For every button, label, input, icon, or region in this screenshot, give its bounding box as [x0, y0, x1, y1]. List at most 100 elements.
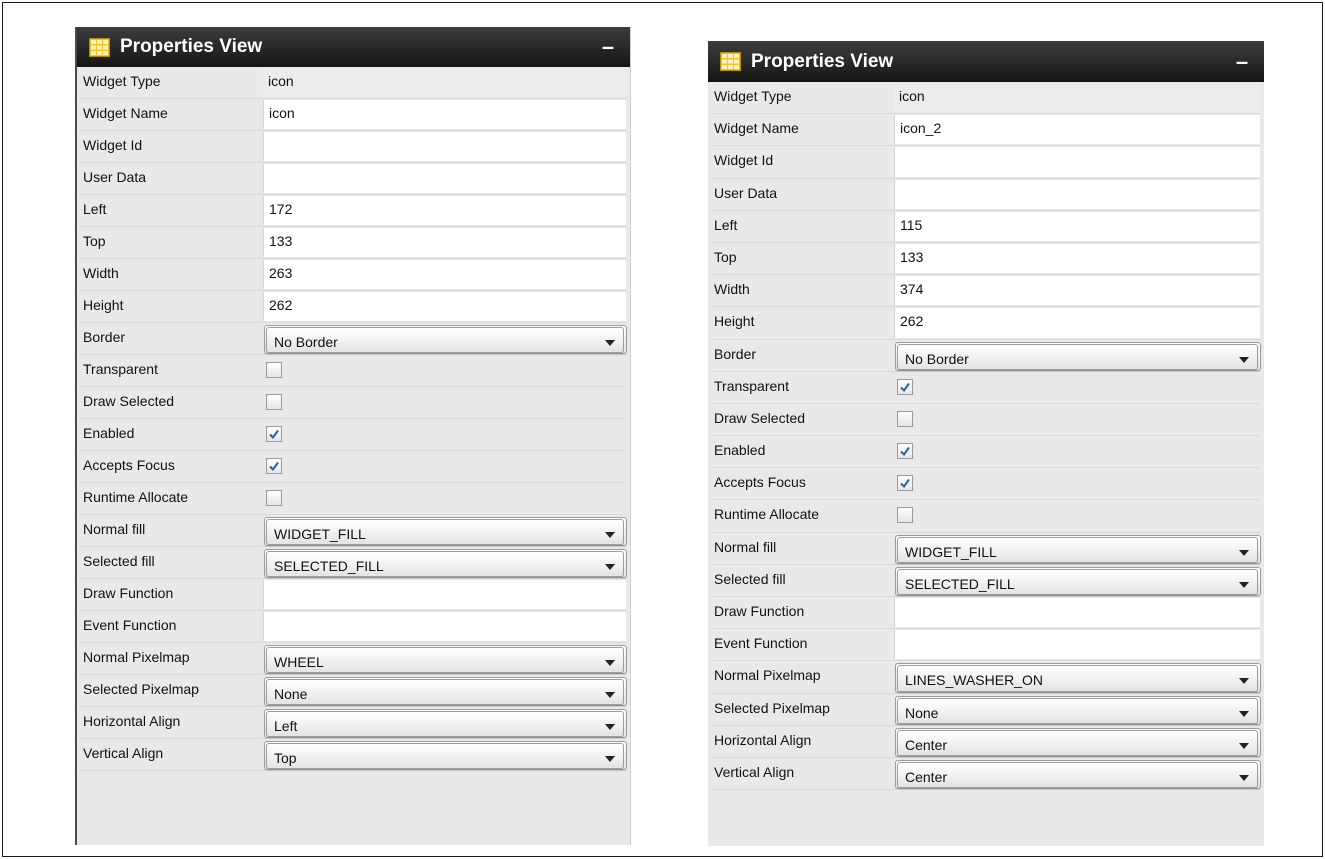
- property-label: Runtime Allocate: [83, 489, 189, 505]
- transparent-checkbox[interactable]: [266, 362, 282, 378]
- chevron-down-icon[interactable]: [1239, 742, 1249, 749]
- accepts-focus-checkbox[interactable]: [897, 475, 913, 492]
- property-label: Normal fill: [83, 521, 146, 537]
- width-field[interactable]: 374: [894, 276, 1260, 306]
- check-icon: [269, 461, 279, 472]
- property-label: Accepts Focus: [83, 457, 175, 473]
- property-row-accepts-focus: Accepts Focus: [710, 468, 1260, 501]
- widget-name-field[interactable]: icon_2: [894, 115, 1260, 145]
- chevron-down-icon[interactable]: [1239, 710, 1249, 717]
- property-label: Width: [714, 281, 750, 298]
- runtime-allocate-checkbox[interactable]: [897, 507, 913, 524]
- height-field[interactable]: 262: [263, 292, 626, 321]
- property-row-enabled: Enabled: [79, 419, 626, 451]
- chevron-down-icon[interactable]: [605, 724, 615, 730]
- property-label: Draw Selected: [714, 409, 806, 426]
- property-row-enabled: Enabled: [710, 436, 1260, 469]
- property-row-border: Border No Border: [710, 339, 1261, 372]
- enabled-checkbox[interactable]: [897, 443, 913, 460]
- transparent-checkbox[interactable]: [897, 378, 913, 395]
- left-field[interactable]: 115: [894, 211, 1260, 241]
- property-row-event-function: Event Function: [710, 629, 1260, 662]
- property-rows: Widget Type icon Widget Name icon_2 Widget I…: [708, 82, 1264, 791]
- minimize-icon[interactable]: –: [1232, 50, 1252, 73]
- dropdown-value: SELECTED_FILL: [274, 558, 384, 574]
- check-icon: [900, 446, 910, 457]
- runtime-allocate-checkbox[interactable]: [266, 490, 282, 506]
- widget-id-field[interactable]: [263, 132, 626, 161]
- check-icon: [900, 479, 910, 489]
- horizontal-align-dropdown[interactable]: Left: [266, 711, 624, 737]
- left-field[interactable]: 172: [263, 196, 626, 225]
- property-value: icon: [263, 68, 626, 97]
- draw-function-field[interactable]: [894, 598, 1260, 628]
- dropdown-value: Left: [274, 718, 298, 734]
- select-cell: Center: [895, 727, 1261, 757]
- normal-fill-dropdown[interactable]: WIDGET_FILL: [897, 536, 1258, 563]
- select-cell: No Border: [895, 341, 1261, 371]
- chevron-down-icon[interactable]: [1239, 581, 1249, 588]
- chevron-down-icon[interactable]: [605, 340, 615, 346]
- selected-pixelmap-dropdown[interactable]: None: [897, 697, 1258, 724]
- dropdown-value: WHEEL: [274, 654, 324, 670]
- property-row-normal-fill: Normal fill WIDGET_FILL: [710, 532, 1261, 565]
- normal-pixelmap-dropdown[interactable]: LINES_WASHER_ON: [897, 665, 1258, 692]
- chevron-down-icon[interactable]: [605, 660, 615, 666]
- horizontal-align-dropdown[interactable]: Center: [897, 729, 1258, 756]
- event-function-field[interactable]: [894, 630, 1260, 660]
- vertical-align-dropdown[interactable]: Center: [897, 761, 1258, 789]
- enabled-checkbox[interactable]: [266, 426, 282, 442]
- chevron-down-icon[interactable]: [1239, 678, 1249, 685]
- select-cell: LINES_WASHER_ON: [895, 663, 1261, 693]
- width-field[interactable]: 263: [263, 260, 626, 289]
- border-dropdown[interactable]: No Border: [897, 343, 1258, 370]
- property-row-user-data: User Data: [79, 163, 626, 195]
- chevron-down-icon[interactable]: [1239, 774, 1249, 781]
- property-label: Normal fill: [714, 538, 777, 555]
- top-field[interactable]: 133: [894, 243, 1260, 274]
- border-dropdown[interactable]: No Border: [266, 327, 624, 353]
- select-cell: WIDGET_FILL: [895, 534, 1261, 564]
- chevron-down-icon[interactable]: [1239, 549, 1249, 556]
- top-field[interactable]: 133: [263, 228, 626, 257]
- chevron-down-icon[interactable]: [605, 756, 615, 762]
- property-label: Draw Function: [714, 603, 805, 619]
- select-cell: SELECTED_FILL: [264, 549, 627, 578]
- draw-selected-checkbox[interactable]: [897, 410, 913, 427]
- accepts-focus-checkbox[interactable]: [266, 458, 282, 474]
- user-data-field[interactable]: [263, 164, 626, 193]
- property-row-selected-pixelmap: Selected Pixelmap None: [710, 693, 1261, 726]
- normal-pixelmap-dropdown[interactable]: WHEEL: [266, 647, 624, 673]
- selected-fill-dropdown[interactable]: SELECTED_FILL: [266, 551, 624, 577]
- property-row-accepts-focus: Accepts Focus: [79, 451, 626, 483]
- draw-function-field[interactable]: [263, 580, 626, 609]
- dropdown-value: WIDGET_FILL: [274, 526, 366, 542]
- vertical-align-dropdown[interactable]: Top: [266, 743, 624, 769]
- grid-icon: [720, 52, 741, 71]
- user-data-field[interactable]: [894, 179, 1260, 209]
- chevron-down-icon[interactable]: [605, 692, 615, 698]
- widget-name-field[interactable]: icon: [263, 100, 626, 129]
- property-label: Normal Pixelmap: [714, 667, 821, 684]
- draw-selected-checkbox[interactable]: [266, 394, 282, 410]
- minimize-icon[interactable]: –: [598, 36, 618, 58]
- select-cell: No Border: [264, 325, 627, 354]
- event-function-field[interactable]: [263, 612, 626, 641]
- property-row-width: Width 263: [79, 259, 626, 291]
- panel-title: Properties View: [120, 36, 263, 57]
- selected-pixelmap-dropdown[interactable]: None: [266, 679, 624, 705]
- chevron-down-icon[interactable]: [605, 564, 615, 570]
- property-label: Top: [83, 233, 106, 249]
- dropdown-value: Top: [274, 750, 297, 766]
- chevron-down-icon[interactable]: [1239, 356, 1249, 363]
- chevron-down-icon[interactable]: [605, 532, 615, 538]
- dropdown-value: None: [905, 704, 939, 721]
- selected-fill-dropdown[interactable]: SELECTED_FILL: [897, 568, 1258, 595]
- normal-fill-dropdown[interactable]: WIDGET_FILL: [266, 519, 624, 545]
- dropdown-value: Center: [905, 736, 948, 753]
- property-label: Selected fill: [714, 570, 786, 587]
- property-row-draw-function: Draw Function: [79, 579, 626, 611]
- property-label: Runtime Allocate: [714, 506, 820, 523]
- height-field[interactable]: 262: [894, 308, 1260, 338]
- widget-id-field[interactable]: [894, 147, 1260, 177]
